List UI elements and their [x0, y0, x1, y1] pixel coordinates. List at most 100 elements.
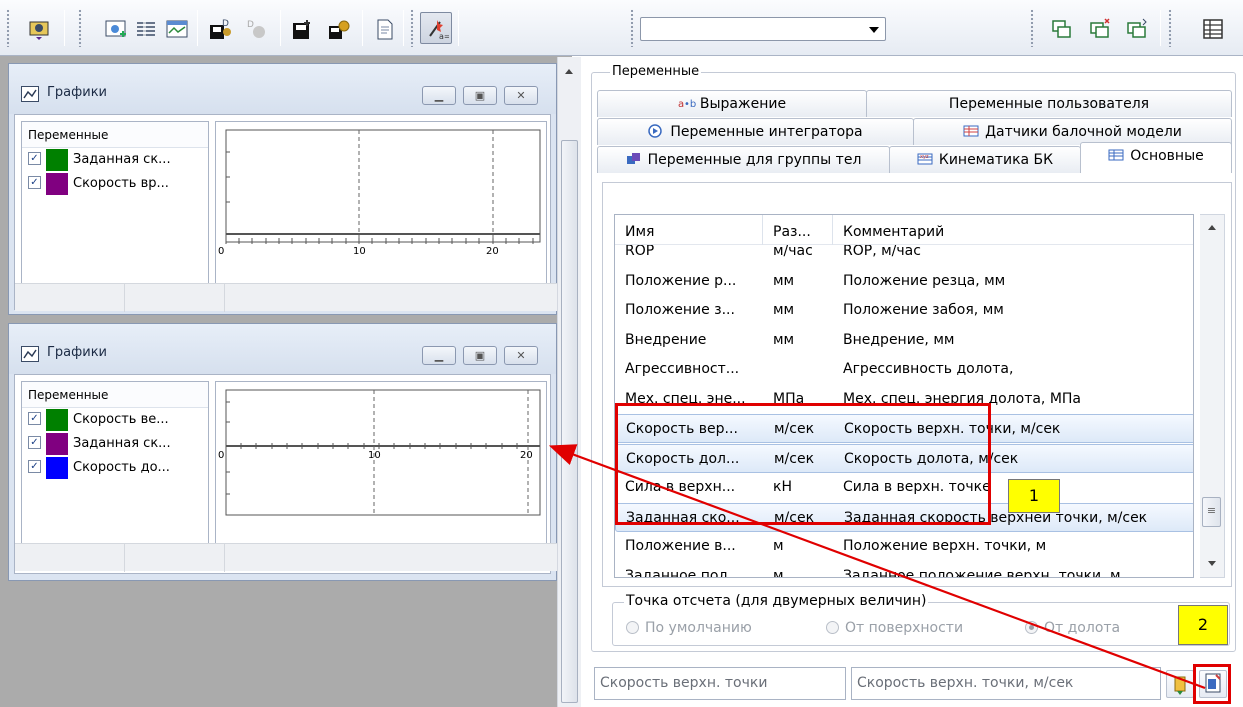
bodies-group-icon [626, 149, 642, 164]
tab-integrator-variables[interactable]: Переменные интегратора [597, 118, 914, 145]
x-tick-label: 0 [218, 450, 224, 461]
cell-unit: м [773, 538, 784, 554]
scroll-down-icon[interactable] [1208, 561, 1216, 566]
close-button[interactable]: ✕ [504, 346, 538, 365]
table-row[interactable]: Положение з... мм Положение забоя, мм [615, 296, 1193, 325]
table-row[interactable]: Агрессивност... Агрессивность долота, [615, 355, 1193, 384]
scroll-thumb[interactable] [561, 140, 578, 703]
tab-label: Переменные для группы тел [647, 152, 862, 168]
toolbar-grip[interactable] [630, 9, 634, 47]
table-row[interactable]: Положение р... мм Положение резца, мм [615, 267, 1193, 296]
tab-kinematics[interactable]: xyz Кинематика БК [889, 146, 1081, 173]
variables-list-header: Переменные [22, 382, 208, 408]
table-row[interactable]: Заданное пол... м Заданное положение верхн… [615, 562, 1193, 578]
scroll-up-icon[interactable] [565, 69, 573, 74]
x-tick-label: 10 [353, 246, 366, 257]
save-settings-button[interactable] [322, 12, 354, 44]
tab-body-group-variables[interactable]: Переменные для группы тел [597, 146, 890, 173]
toolbar-grip[interactable] [78, 9, 82, 47]
minimize-button[interactable]: ▁ [422, 346, 456, 365]
radio-icon [826, 621, 839, 634]
maximize-button[interactable]: ▣ [463, 86, 497, 105]
variable-combo[interactable] [640, 17, 886, 41]
cell-name: Заданное пол... [625, 567, 741, 578]
maximize-button[interactable]: ▣ [463, 346, 497, 365]
column-header-comment[interactable]: Комментарий [833, 215, 1193, 245]
checkbox[interactable]: ✓ [28, 152, 41, 165]
table-row[interactable]: Положение в... м Положение верхн. точки, м [615, 532, 1193, 561]
plot-area[interactable]: 0 10 20 [215, 121, 547, 291]
scroll-up-icon[interactable] [1208, 225, 1216, 230]
checkbox[interactable]: ✓ [28, 412, 41, 425]
list-item[interactable]: ✓ Скорость до... [22, 456, 208, 480]
chevron-down-icon[interactable] [869, 27, 879, 33]
save-button[interactable] [285, 12, 317, 44]
list-item[interactable]: ✓ Заданная ск... [22, 432, 208, 456]
radio-surface[interactable]: От поверхности [826, 620, 963, 636]
variable-label: Заданная ск... [73, 152, 171, 167]
toolbar-grip[interactable] [6, 9, 10, 47]
window-titlebar[interactable]: Графики ▁ ▣ ✕ [9, 64, 556, 114]
tab-beam-sensors[interactable]: Датчики балочной модели [913, 118, 1232, 145]
document-button[interactable] [368, 12, 400, 44]
workspace-scrollbar[interactable] [557, 57, 581, 707]
minimize-button[interactable]: ▁ [422, 86, 456, 105]
scroll-thumb[interactable]: ≡ [1202, 497, 1221, 527]
radio-icon [1025, 621, 1038, 634]
graph-window-2[interactable]: Графики ▁ ▣ ✕ Переменные ✓ Скорость ве..… [8, 323, 560, 581]
tab-user-variables[interactable]: Переменные пользователя [866, 90, 1232, 117]
cancel-variable-button[interactable] [1166, 670, 1194, 698]
add-graph-button[interactable] [99, 12, 131, 44]
table-row[interactable]: Внедрение мм Внедрение, мм [615, 326, 1193, 355]
tab-main[interactable]: Основные [1080, 142, 1232, 173]
variable-name-field[interactable]: Скорость верхн. точки [594, 667, 846, 700]
toolbar-grip[interactable] [410, 9, 414, 47]
column-header-unit[interactable]: Раз... [763, 215, 833, 245]
list-button[interactable] [129, 12, 161, 44]
variable-comment-field[interactable]: Скорость верхн. точки, м/сек [851, 667, 1161, 700]
variables-wizard-button[interactable]: a= [420, 12, 452, 44]
cell-unit: мм [773, 272, 795, 289]
close-icon: ✕ [516, 89, 526, 102]
graph-window-1[interactable]: Графики ▁ ▣ ✕ Переменные ✓ Заданная ск..… [8, 63, 560, 315]
table-scrollbar[interactable]: ≡ [1200, 214, 1225, 578]
variable-label: Скорость вр... [73, 176, 169, 191]
list-item[interactable]: ✓ Скорость вр... [22, 172, 208, 196]
tab-expression[interactable]: a •b Выражение [597, 90, 867, 117]
tile-windows-button[interactable] [1120, 12, 1152, 44]
svg-text:a=: a= [439, 32, 449, 41]
load-data-button[interactable]: D [203, 12, 235, 44]
radio-bit[interactable]: От долота [1025, 620, 1120, 636]
load-data-disabled-button[interactable]: D [240, 12, 272, 44]
toolbar-grip[interactable] [1168, 9, 1172, 47]
radio-default[interactable]: По умолчанию [626, 620, 752, 636]
svg-text:D: D [222, 19, 229, 29]
column-header-name[interactable]: Имя [615, 215, 763, 245]
checkbox[interactable]: ✓ [28, 436, 41, 449]
cell-unit: мм [773, 331, 795, 348]
camera-button[interactable] [22, 12, 54, 44]
annotation-highlight-button [1193, 664, 1231, 704]
reference-point-title: Точка отсчета (для двумерных величин) [624, 593, 929, 609]
x-tick-label: 0 [218, 246, 224, 257]
x-tick-label: 10 [368, 450, 381, 461]
checkbox[interactable]: ✓ [28, 176, 41, 189]
plot-svg: 0 10 20 [218, 129, 541, 257]
close-window-button[interactable] [1083, 12, 1115, 44]
plot-area[interactable]: 0 10 20 [215, 381, 547, 551]
graph-window-button[interactable] [160, 12, 192, 44]
cell-comment: Внедрение, мм [843, 331, 955, 348]
graph-status-bar [15, 543, 560, 572]
close-button[interactable]: ✕ [504, 86, 538, 105]
checkbox[interactable]: ✓ [28, 460, 41, 473]
toolbar-grip[interactable] [1030, 9, 1034, 47]
document-icon [377, 19, 393, 40]
list-item[interactable]: ✓ Скорость ве... [22, 408, 208, 432]
restore-icon: ▣ [474, 89, 486, 102]
table-button[interactable] [1196, 12, 1228, 44]
table-icon [1203, 19, 1223, 39]
window-titlebar[interactable]: Графики ▁ ▣ ✕ [9, 324, 556, 374]
cascade-windows-button[interactable] [1045, 12, 1077, 44]
list-item[interactable]: ✓ Заданная ск... [22, 148, 208, 172]
integrator-icon [648, 121, 664, 138]
